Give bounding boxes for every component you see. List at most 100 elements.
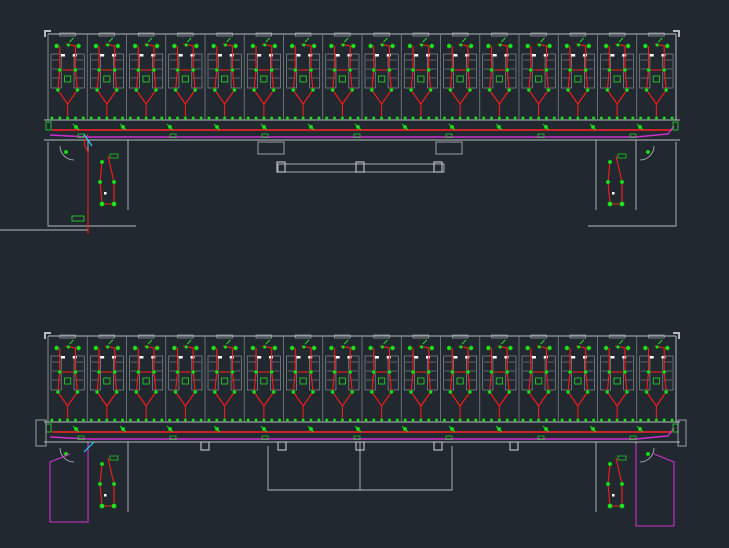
device-symbol bbox=[252, 389, 257, 395]
device-symbol bbox=[526, 87, 531, 93]
room-circuit bbox=[373, 43, 391, 71]
feeder-loop bbox=[635, 444, 675, 527]
device-symbol bbox=[134, 389, 139, 395]
device-symbol bbox=[193, 389, 198, 395]
device-symbol bbox=[191, 418, 195, 422]
feeder-line bbox=[49, 427, 675, 440]
device-symbol bbox=[607, 116, 612, 120]
device-symbol bbox=[544, 67, 549, 73]
device-symbol bbox=[73, 418, 78, 422]
tag-mark bbox=[612, 192, 615, 195]
device-symbol bbox=[619, 503, 625, 509]
device-symbol bbox=[89, 116, 93, 120]
device-symbol bbox=[348, 418, 352, 422]
room-circuit bbox=[294, 345, 312, 373]
device-symbol bbox=[151, 67, 157, 73]
room-circuit bbox=[569, 345, 587, 373]
switch-mark bbox=[461, 37, 467, 43]
device-symbol bbox=[442, 116, 447, 120]
tag-mark bbox=[104, 192, 107, 195]
device-symbol bbox=[407, 345, 413, 351]
device-symbol bbox=[230, 369, 235, 375]
room-unit bbox=[322, 334, 360, 422]
device-symbol bbox=[467, 87, 472, 93]
room-circuit bbox=[412, 345, 430, 373]
device-symbol bbox=[498, 43, 503, 47]
device-symbol bbox=[465, 369, 471, 375]
distribution-box bbox=[378, 75, 386, 83]
tag-mark bbox=[425, 54, 430, 57]
device-symbol bbox=[76, 345, 82, 351]
tag-mark bbox=[217, 54, 222, 57]
device-symbol bbox=[642, 345, 648, 351]
tag-mark bbox=[335, 54, 340, 57]
room-circuit bbox=[569, 43, 587, 71]
device-symbol bbox=[105, 116, 109, 120]
device-symbol bbox=[429, 43, 435, 49]
device-symbol bbox=[232, 389, 237, 395]
device-symbol bbox=[489, 418, 494, 422]
device-symbol bbox=[309, 418, 313, 422]
device-symbol bbox=[212, 87, 217, 93]
device-symbol bbox=[97, 179, 103, 185]
device-symbol bbox=[54, 43, 60, 49]
switch-mark bbox=[186, 37, 192, 43]
device-symbol bbox=[191, 67, 196, 73]
device-symbol bbox=[603, 43, 609, 49]
device-symbol bbox=[302, 345, 306, 349]
device-symbol bbox=[662, 67, 667, 73]
room-circuit bbox=[488, 371, 510, 407]
device-symbol bbox=[625, 345, 631, 351]
tag-mark bbox=[296, 54, 301, 57]
tag-mark bbox=[60, 54, 65, 57]
junction-box bbox=[109, 153, 119, 159]
device-symbol bbox=[466, 418, 470, 422]
device-symbol bbox=[616, 43, 620, 47]
column bbox=[433, 161, 443, 173]
device-symbol bbox=[262, 116, 266, 120]
device-symbol bbox=[450, 67, 455, 73]
device-symbol bbox=[616, 345, 620, 349]
device-symbol bbox=[73, 67, 78, 73]
device-symbol bbox=[409, 389, 414, 395]
device-symbol bbox=[448, 87, 453, 93]
room-circuit bbox=[490, 43, 508, 71]
room-unit bbox=[597, 334, 635, 422]
tag-mark bbox=[622, 356, 627, 359]
device-symbol bbox=[324, 116, 329, 120]
device-symbol bbox=[328, 345, 334, 351]
distribution-box bbox=[181, 75, 189, 83]
room-unit bbox=[636, 32, 674, 120]
room-circuit bbox=[216, 43, 234, 71]
device-symbol bbox=[93, 43, 99, 49]
room-circuit bbox=[216, 345, 234, 373]
device-symbol bbox=[638, 116, 643, 120]
switch-mark bbox=[461, 339, 467, 345]
device-symbol bbox=[364, 418, 368, 422]
device-symbol bbox=[442, 418, 447, 422]
device-symbol bbox=[607, 159, 613, 165]
device-symbol bbox=[583, 116, 588, 120]
device-symbol bbox=[73, 116, 78, 120]
device-symbol bbox=[144, 418, 148, 422]
device-symbol bbox=[507, 87, 512, 93]
device-symbol bbox=[111, 503, 117, 509]
device-symbol bbox=[293, 418, 298, 422]
device-symbol bbox=[89, 418, 93, 422]
room-circuit bbox=[488, 69, 510, 105]
room-circuit bbox=[294, 43, 312, 71]
device-symbol bbox=[591, 116, 596, 120]
room-circuit bbox=[567, 371, 589, 407]
cad-drawing-canvas[interactable] bbox=[0, 0, 729, 548]
device-symbol bbox=[289, 345, 295, 351]
room-unit bbox=[204, 334, 243, 422]
room-unit bbox=[440, 334, 478, 422]
device-symbol bbox=[134, 87, 139, 93]
device-symbol bbox=[481, 116, 486, 120]
device-symbol bbox=[411, 418, 415, 422]
device-symbol bbox=[489, 67, 494, 73]
room-circuit bbox=[98, 43, 116, 71]
room-unit bbox=[361, 32, 400, 120]
junction-box bbox=[109, 455, 119, 461]
device-symbol bbox=[330, 87, 335, 93]
